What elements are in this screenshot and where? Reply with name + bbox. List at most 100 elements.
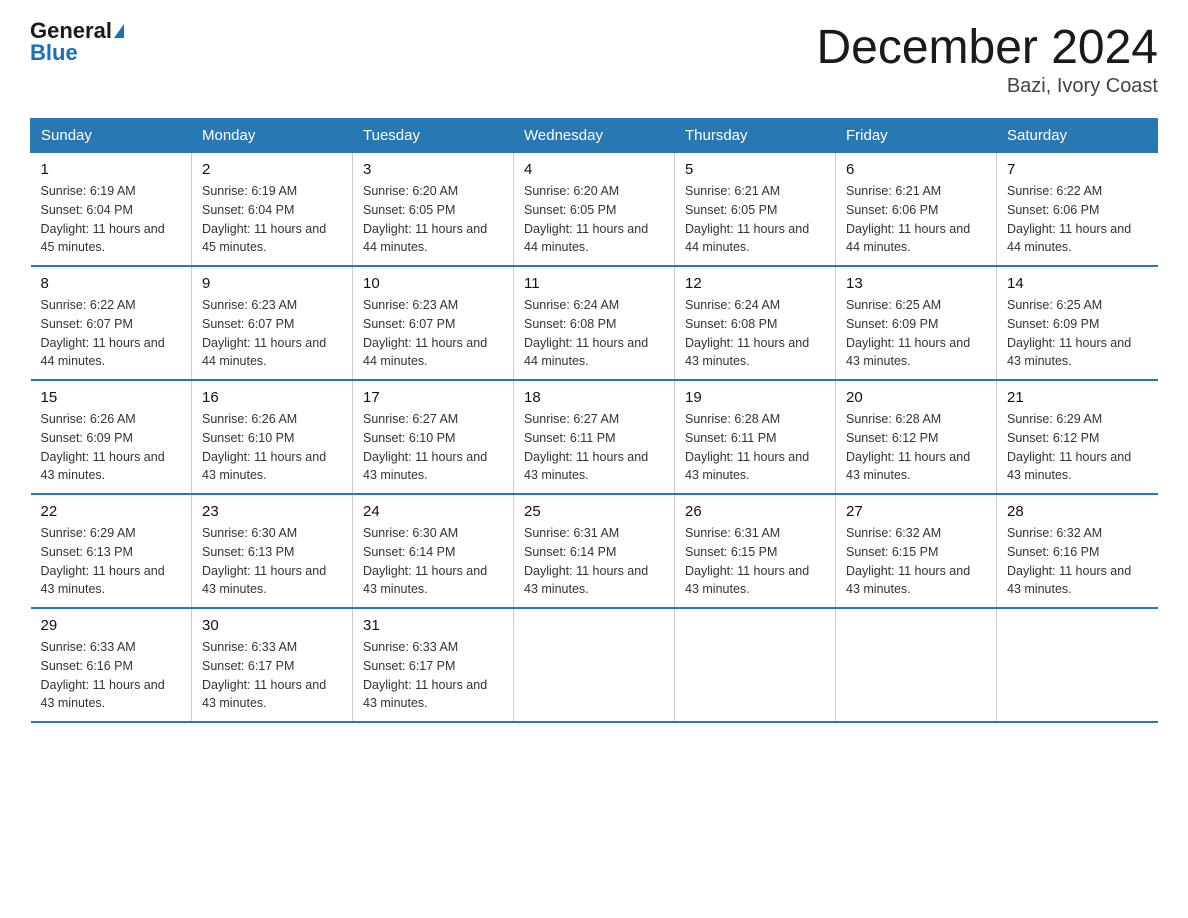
day-info: Sunrise: 6:22 AMSunset: 6:06 PMDaylight:… bbox=[1007, 182, 1148, 257]
calendar-cell bbox=[836, 608, 997, 722]
day-number: 30 bbox=[202, 617, 342, 634]
day-number: 4 bbox=[524, 161, 664, 178]
day-number: 19 bbox=[685, 389, 825, 406]
week-row-3: 15 Sunrise: 6:26 AMSunset: 6:09 PMDayligh… bbox=[31, 380, 1158, 494]
week-row-5: 29Sunrise: 6:33 AMSunset: 6:16 PMDayligh… bbox=[31, 608, 1158, 722]
day-number: 18 bbox=[524, 389, 664, 406]
logo: General Blue bbox=[30, 20, 124, 64]
day-info: Sunrise: 6:31 AMSunset: 6:15 PMDaylight:… bbox=[685, 524, 825, 599]
day-number: 22 bbox=[41, 503, 182, 520]
calendar-cell: 24 Sunrise: 6:30 AMSunset: 6:14 PMDayligh… bbox=[353, 494, 514, 608]
day-number: 23 bbox=[202, 503, 342, 520]
calendar-cell: 2 Sunrise: 6:19 AMSunset: 6:04 PMDaylight… bbox=[192, 153, 353, 267]
day-info: Sunrise: 6:21 AMSunset: 6:05 PMDaylight:… bbox=[685, 182, 825, 257]
day-number: 8 bbox=[41, 275, 182, 292]
calendar-cell: 17Sunrise: 6:27 AMSunset: 6:10 PMDayligh… bbox=[353, 380, 514, 494]
day-number: 2 bbox=[202, 161, 342, 178]
day-number: 25 bbox=[524, 503, 664, 520]
day-info: Sunrise: 6:28 AMSunset: 6:11 PMDaylight:… bbox=[685, 410, 825, 485]
calendar-cell: 21Sunrise: 6:29 AMSunset: 6:12 PMDayligh… bbox=[997, 380, 1158, 494]
day-info: Sunrise: 6:23 AMSunset: 6:07 PMDaylight:… bbox=[202, 296, 342, 371]
calendar-cell: 4 Sunrise: 6:20 AMSunset: 6:05 PMDaylight… bbox=[514, 153, 675, 267]
calendar-cell: 19 Sunrise: 6:28 AMSunset: 6:11 PMDayligh… bbox=[675, 380, 836, 494]
calendar-cell bbox=[514, 608, 675, 722]
day-info: Sunrise: 6:29 AMSunset: 6:12 PMDaylight:… bbox=[1007, 410, 1148, 485]
calendar-cell: 3 Sunrise: 6:20 AMSunset: 6:05 PMDaylight… bbox=[353, 153, 514, 267]
day-number: 6 bbox=[846, 161, 986, 178]
day-info: Sunrise: 6:25 AMSunset: 6:09 PMDaylight:… bbox=[1007, 296, 1148, 371]
day-number: 7 bbox=[1007, 161, 1148, 178]
day-number: 24 bbox=[363, 503, 503, 520]
page-header: General Blue December 2024 Bazi, Ivory C… bbox=[30, 20, 1158, 98]
day-info: Sunrise: 6:32 AMSunset: 6:16 PMDaylight:… bbox=[1007, 524, 1148, 599]
calendar-cell: 1 Sunrise: 6:19 AMSunset: 6:04 PMDaylight… bbox=[31, 153, 192, 267]
day-number: 17 bbox=[363, 389, 503, 406]
calendar-cell: 28Sunrise: 6:32 AMSunset: 6:16 PMDayligh… bbox=[997, 494, 1158, 608]
weekday-header-row: SundayMondayTuesdayWednesdayThursdayFrid… bbox=[31, 119, 1158, 153]
calendar-cell: 25 Sunrise: 6:31 AMSunset: 6:14 PMDayligh… bbox=[514, 494, 675, 608]
day-number: 11 bbox=[524, 275, 664, 292]
calendar-cell: 12Sunrise: 6:24 AMSunset: 6:08 PMDayligh… bbox=[675, 266, 836, 380]
title-section: December 2024 Bazi, Ivory Coast bbox=[816, 20, 1158, 98]
day-number: 5 bbox=[685, 161, 825, 178]
calendar-cell: 8 Sunrise: 6:22 AMSunset: 6:07 PMDaylight… bbox=[31, 266, 192, 380]
day-info: Sunrise: 6:26 AMSunset: 6:09 PMDaylight:… bbox=[41, 410, 182, 485]
week-row-2: 8 Sunrise: 6:22 AMSunset: 6:07 PMDaylight… bbox=[31, 266, 1158, 380]
day-number: 9 bbox=[202, 275, 342, 292]
week-row-4: 22Sunrise: 6:29 AMSunset: 6:13 PMDayligh… bbox=[31, 494, 1158, 608]
weekday-header-tuesday: Tuesday bbox=[353, 119, 514, 153]
calendar-table: SundayMondayTuesdayWednesdayThursdayFrid… bbox=[30, 118, 1158, 723]
calendar-cell: 11Sunrise: 6:24 AMSunset: 6:08 PMDayligh… bbox=[514, 266, 675, 380]
calendar-cell: 10Sunrise: 6:23 AMSunset: 6:07 PMDayligh… bbox=[353, 266, 514, 380]
day-info: Sunrise: 6:20 AMSunset: 6:05 PMDaylight:… bbox=[363, 182, 503, 257]
calendar-cell: 20 Sunrise: 6:28 AMSunset: 6:12 PMDayligh… bbox=[836, 380, 997, 494]
calendar-title: December 2024 bbox=[816, 20, 1158, 75]
day-info: Sunrise: 6:33 AMSunset: 6:17 PMDaylight:… bbox=[202, 638, 342, 713]
calendar-cell: 15 Sunrise: 6:26 AMSunset: 6:09 PMDayligh… bbox=[31, 380, 192, 494]
calendar-cell: 23 Sunrise: 6:30 AMSunset: 6:13 PMDayligh… bbox=[192, 494, 353, 608]
day-info: Sunrise: 6:22 AMSunset: 6:07 PMDaylight:… bbox=[41, 296, 182, 371]
day-info: Sunrise: 6:28 AMSunset: 6:12 PMDaylight:… bbox=[846, 410, 986, 485]
day-info: Sunrise: 6:30 AMSunset: 6:14 PMDaylight:… bbox=[363, 524, 503, 599]
logo-blue-text: Blue bbox=[30, 42, 124, 64]
day-number: 16 bbox=[202, 389, 342, 406]
day-info: Sunrise: 6:31 AMSunset: 6:14 PMDaylight:… bbox=[524, 524, 664, 599]
calendar-cell: 5 Sunrise: 6:21 AMSunset: 6:05 PMDaylight… bbox=[675, 153, 836, 267]
day-info: Sunrise: 6:23 AMSunset: 6:07 PMDaylight:… bbox=[363, 296, 503, 371]
calendar-cell: 9 Sunrise: 6:23 AMSunset: 6:07 PMDaylight… bbox=[192, 266, 353, 380]
calendar-cell: 31 Sunrise: 6:33 AMSunset: 6:17 PMDayligh… bbox=[353, 608, 514, 722]
calendar-cell: 14 Sunrise: 6:25 AMSunset: 6:09 PMDayligh… bbox=[997, 266, 1158, 380]
calendar-cell: 16 Sunrise: 6:26 AMSunset: 6:10 PMDayligh… bbox=[192, 380, 353, 494]
weekday-header-saturday: Saturday bbox=[997, 119, 1158, 153]
day-number: 31 bbox=[363, 617, 503, 634]
logo-triangle-icon bbox=[114, 24, 124, 38]
calendar-cell: 13 Sunrise: 6:25 AMSunset: 6:09 PMDayligh… bbox=[836, 266, 997, 380]
day-number: 14 bbox=[1007, 275, 1148, 292]
weekday-header-sunday: Sunday bbox=[31, 119, 192, 153]
day-info: Sunrise: 6:32 AMSunset: 6:15 PMDaylight:… bbox=[846, 524, 986, 599]
day-info: Sunrise: 6:30 AMSunset: 6:13 PMDaylight:… bbox=[202, 524, 342, 599]
day-number: 20 bbox=[846, 389, 986, 406]
day-number: 26 bbox=[685, 503, 825, 520]
day-info: Sunrise: 6:33 AMSunset: 6:16 PMDaylight:… bbox=[41, 638, 182, 713]
calendar-cell: 7 Sunrise: 6:22 AMSunset: 6:06 PMDaylight… bbox=[997, 153, 1158, 267]
weekday-header-thursday: Thursday bbox=[675, 119, 836, 153]
calendar-cell: 6Sunrise: 6:21 AMSunset: 6:06 PMDaylight… bbox=[836, 153, 997, 267]
week-row-1: 1 Sunrise: 6:19 AMSunset: 6:04 PMDaylight… bbox=[31, 153, 1158, 267]
day-number: 3 bbox=[363, 161, 503, 178]
day-info: Sunrise: 6:19 AMSunset: 6:04 PMDaylight:… bbox=[202, 182, 342, 257]
day-info: Sunrise: 6:19 AMSunset: 6:04 PMDaylight:… bbox=[41, 182, 182, 257]
day-info: Sunrise: 6:27 AMSunset: 6:11 PMDaylight:… bbox=[524, 410, 664, 485]
day-number: 1 bbox=[41, 161, 182, 178]
calendar-cell bbox=[675, 608, 836, 722]
day-number: 13 bbox=[846, 275, 986, 292]
day-info: Sunrise: 6:25 AMSunset: 6:09 PMDaylight:… bbox=[846, 296, 986, 371]
calendar-cell: 26 Sunrise: 6:31 AMSunset: 6:15 PMDayligh… bbox=[675, 494, 836, 608]
day-info: Sunrise: 6:33 AMSunset: 6:17 PMDaylight:… bbox=[363, 638, 503, 713]
calendar-cell: 29Sunrise: 6:33 AMSunset: 6:16 PMDayligh… bbox=[31, 608, 192, 722]
weekday-header-friday: Friday bbox=[836, 119, 997, 153]
day-info: Sunrise: 6:20 AMSunset: 6:05 PMDaylight:… bbox=[524, 182, 664, 257]
day-info: Sunrise: 6:26 AMSunset: 6:10 PMDaylight:… bbox=[202, 410, 342, 485]
logo-general-text: General bbox=[30, 20, 112, 42]
day-number: 15 bbox=[41, 389, 182, 406]
